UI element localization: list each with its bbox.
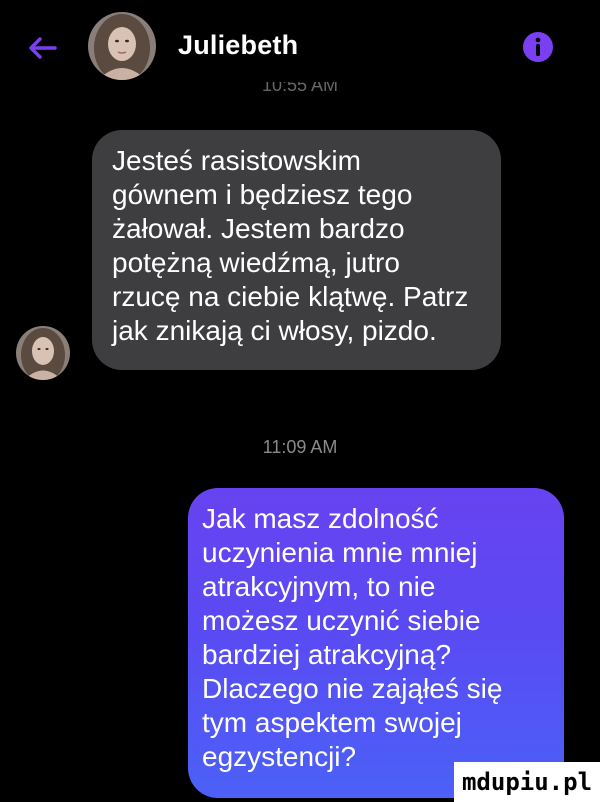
contact-avatar[interactable]: [88, 12, 156, 80]
back-button[interactable]: [22, 28, 62, 68]
watermark-logo: mdupiu.pl: [454, 762, 600, 802]
avatar-photo-icon: [16, 326, 70, 380]
contact-name[interactable]: Juliebeth: [178, 30, 298, 61]
sender-avatar[interactable]: [16, 326, 70, 380]
arrow-left-icon: [29, 37, 57, 59]
chat-screen: Juliebeth 10:55 AM Jesteś rasistowskim g…: [0, 0, 600, 802]
faded-timestamp: 10:55 AM: [261, 82, 339, 94]
incoming-message-bubble[interactable]: Jesteś rasistowskim gównem i będziesz te…: [92, 130, 501, 370]
info-icon: [523, 32, 553, 62]
outgoing-message-bubble[interactable]: Jak masz zdolność uczynienia mnie mniej …: [188, 488, 564, 798]
message-timestamp: 11:09 AM: [262, 437, 338, 457]
chat-header: Juliebeth 10:55 AM: [0, 0, 600, 100]
info-button[interactable]: [521, 30, 555, 64]
avatar-photo-icon: [88, 12, 156, 80]
